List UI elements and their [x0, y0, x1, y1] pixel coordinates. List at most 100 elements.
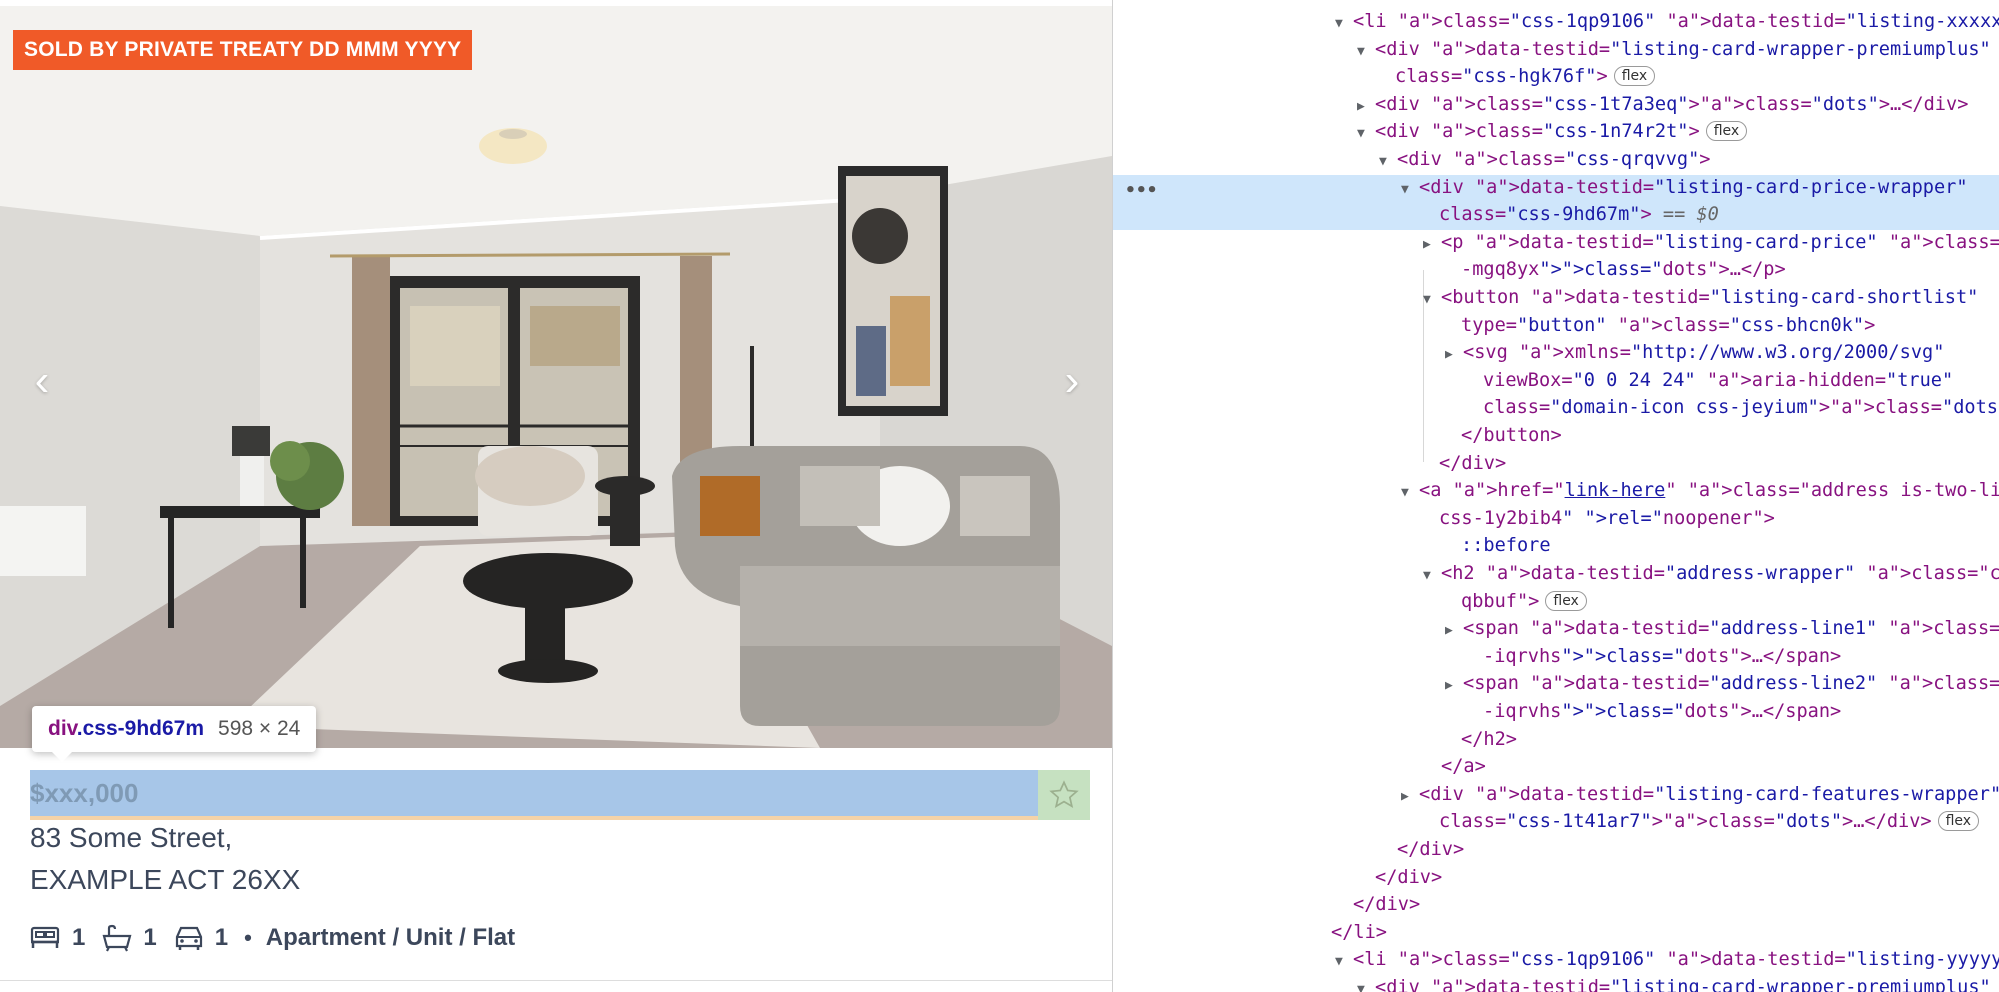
dom-node-line[interactable]: </h2> [1113, 726, 1999, 753]
dom-node-text: -iqrvhs">">class="dots">…</span> [1483, 701, 1842, 722]
tooltip-class: .css-9hd67m [76, 717, 205, 740]
dom-node-line[interactable]: ::before [1113, 532, 1999, 559]
collapse-right-icon[interactable]: ▶ [1445, 672, 1463, 699]
dom-node-line[interactable]: css-1y2bib4" ">rel="noopener"> [1113, 505, 1999, 532]
devtools-elements-panel[interactable]: ••• ▼ <li "a">class="css-1qp9106" "a">dat… [1113, 0, 1999, 992]
listing-photo[interactable]: SOLD BY PRIVATE TREATY DD MMM YYYY ‹ › [0, 6, 1112, 748]
tooltip-tag: div [48, 717, 77, 740]
dom-node-text: <div "a">data-testid="listing-card-wrapp… [1375, 977, 1991, 992]
dom-node-line[interactable]: class="domain-icon css-jeyium">"a">class… [1113, 394, 1999, 421]
shortlist-button[interactable] [1038, 770, 1090, 820]
dom-node-line[interactable]: ▼ <button "a">data-testid="listing-card-s… [1113, 284, 1999, 311]
bath-icon [102, 924, 132, 952]
dom-node-line[interactable]: </div> [1113, 450, 1999, 477]
dom-node-line[interactable]: ▼ <a "a">href="link-here" "a">class="addr… [1113, 477, 1999, 504]
collapse-right-icon[interactable]: ▶ [1445, 341, 1463, 368]
expand-down-icon[interactable]: ▼ [1423, 286, 1441, 313]
dom-node-text: viewBox="0 0 24 24" "a">aria-hidden="tru… [1483, 369, 1954, 391]
dom-node-line[interactable]: ▼ <h2 "a">data-testid="address-wrapper" "… [1113, 560, 1999, 587]
flex-badge[interactable]: flex [1545, 590, 1587, 611]
dom-node-text: </div> [1439, 452, 1507, 474]
dom-node-line[interactable]: </div> [1113, 864, 1999, 891]
dom-node-line[interactable]: </a> [1113, 753, 1999, 780]
dom-node-line[interactable]: </div> [1113, 836, 1999, 863]
dom-node-line[interactable]: class="css-1t41ar7">"a">class="dots">…</… [1113, 808, 1999, 835]
dom-node-line[interactable]: -mgq8yx">">class="dots">…</p> [1113, 256, 1999, 283]
dom-node-text: </a> [1441, 756, 1486, 778]
dom-node-text: <svg "a">xmlns="http://www.w3.org/2000/s… [1463, 342, 1945, 364]
dom-node-line[interactable]: ▼ <li "a">class="css-1qp9106" "a">data-te… [1113, 8, 1999, 35]
dom-node-line[interactable]: viewBox="0 0 24 24" "a">aria-hidden="tru… [1113, 367, 1999, 394]
dom-node-line[interactable]: ▶ <p "a">data-testid="listing-card-price"… [1113, 229, 1999, 256]
dom-node-text: </li> [1331, 921, 1387, 943]
dom-node-text: <li "a">class="css-1qp9106" "a">data-tes… [1353, 949, 1999, 971]
dom-node-line[interactable]: qbbuf"> flex [1113, 588, 1999, 615]
flex-badge[interactable]: flex [1937, 811, 1980, 832]
feature-separator: • [244, 925, 252, 950]
dom-node-line[interactable]: </li> [1113, 919, 1999, 946]
bed-icon [30, 926, 60, 948]
flex-badge[interactable]: flex [1705, 121, 1748, 142]
dom-node-line[interactable]: type="button" "a">class="css-bhcn0k"> [1113, 312, 1999, 339]
chevron-left-icon[interactable]: ‹ [22, 359, 62, 403]
dom-node-line[interactable]: </div> [1113, 891, 1999, 918]
inspect-tooltip: div.css-9hd67m 598 × 24 [32, 706, 317, 762]
listing-price: $xxx,000 [30, 778, 139, 808]
dom-node-line[interactable]: </button> [1113, 422, 1999, 449]
dom-node-text: qbbuf"> [1461, 590, 1540, 612]
expand-down-icon[interactable]: ▼ [1335, 10, 1353, 37]
dom-node-line[interactable]: ▼ <div "a">data-testid="listing-card-pric… [1113, 174, 1999, 201]
card-divider [0, 980, 1112, 981]
flex-badge[interactable]: flex [1613, 66, 1656, 87]
collapse-right-icon[interactable]: ▶ [1445, 617, 1463, 644]
tooltip-dimensions: 598 × 24 [218, 717, 301, 740]
dom-node-text: <div "a">class="css-qrqvvg"> [1397, 149, 1711, 170]
dom-node-line[interactable]: ▶ <div "a">class="css-1t7a3eq">"a">class=… [1113, 91, 1999, 118]
expand-down-icon[interactable]: ▼ [1379, 148, 1397, 175]
property-type: Apartment / Unit / Flat [265, 924, 516, 951]
dom-node-text: css-1y2bib4" ">rel="noopener"> [1439, 507, 1775, 529]
dom-node-text: ::before [1461, 535, 1551, 557]
expand-down-icon[interactable]: ▼ [1335, 948, 1353, 975]
dom-node-line[interactable]: ▼ <div "a">class="css-qrqvvg"> [1113, 146, 1999, 173]
dom-node-text: </div> [1353, 894, 1421, 916]
dom-node-line[interactable]: -iqrvhs">">class="dots">…</span> [1113, 698, 1999, 725]
chevron-right-icon[interactable]: › [1052, 359, 1092, 403]
dom-node-line[interactable]: ▶ <span "a">data-testid="address-line2" "… [1113, 670, 1999, 697]
collapse-right-icon[interactable]: ▶ [1357, 93, 1375, 120]
parking-count: 1 [214, 924, 229, 951]
sold-badge: SOLD BY PRIVATE TREATY DD MMM YYYY [13, 30, 473, 70]
expand-down-icon[interactable]: ▼ [1357, 976, 1375, 992]
dom-node-text: </div> [1397, 839, 1465, 860]
dom-node-line[interactable]: ▶ <div "a">data-testid="listing-card-feat… [1113, 781, 1999, 808]
collapse-right-icon[interactable]: ▶ [1401, 783, 1419, 810]
dom-node-line[interactable]: ▼ <div "a">class="css-1n74r2t"> flex [1113, 118, 1999, 145]
beds-count: 1 [72, 924, 86, 951]
dom-node-text: <button "a">data-testid="listing-card-sh… [1441, 287, 1979, 308]
dom-node-text: class="css-hgk76f"> [1395, 66, 1608, 88]
dom-node-text: </button> [1461, 425, 1562, 446]
dom-node-line[interactable]: -iqrvhs">">class="dots">…</span> [1113, 643, 1999, 670]
dom-node-text: class="css-9hd67m"> == $0 [1439, 204, 1719, 226]
car-icon [175, 926, 202, 950]
baths-count: 1 [143, 924, 157, 951]
dom-node-text: <div "a">data-testid="listing-card-featu… [1419, 783, 1999, 805]
listing-card[interactable]: SOLD BY PRIVATE TREATY DD MMM YYYY ‹ › d… [0, 0, 1112, 992]
expand-down-icon[interactable]: ▼ [1357, 38, 1375, 65]
expand-down-icon[interactable]: ▼ [1401, 176, 1419, 203]
address-line-2[interactable]: EXAMPLE ACT 26XX [30, 864, 300, 896]
expand-down-icon[interactable]: ▼ [1423, 562, 1441, 589]
address-line-1[interactable]: 83 Some Street, [30, 822, 232, 854]
expand-down-icon[interactable]: ▼ [1357, 120, 1375, 147]
dom-node-line[interactable]: class="css-hgk76f"> flex [1113, 63, 1999, 90]
dom-node-line[interactable]: ▼ <div "a">data-testid="listing-card-wrap… [1113, 974, 1999, 992]
dom-node-line[interactable]: ▶ <span "a">data-testid="address-line1" "… [1113, 615, 1999, 642]
dom-node-text: </h2> [1461, 728, 1517, 750]
expand-down-icon[interactable]: ▼ [1401, 479, 1419, 506]
dom-node-text: </div> [1375, 866, 1443, 888]
dom-node-line[interactable]: ▼ <li "a">class="css-1qp9106" "a">data-te… [1113, 946, 1999, 973]
dom-node-line[interactable]: ▶ <svg "a">xmlns="http://www.w3.org/2000/… [1113, 339, 1999, 366]
dom-node-line[interactable]: ▼ <div "a">data-testid="listing-card-wrap… [1113, 36, 1999, 63]
collapse-right-icon[interactable]: ▶ [1423, 231, 1441, 258]
dom-node-line[interactable]: class="css-9hd67m"> == $0 [1113, 201, 1999, 228]
